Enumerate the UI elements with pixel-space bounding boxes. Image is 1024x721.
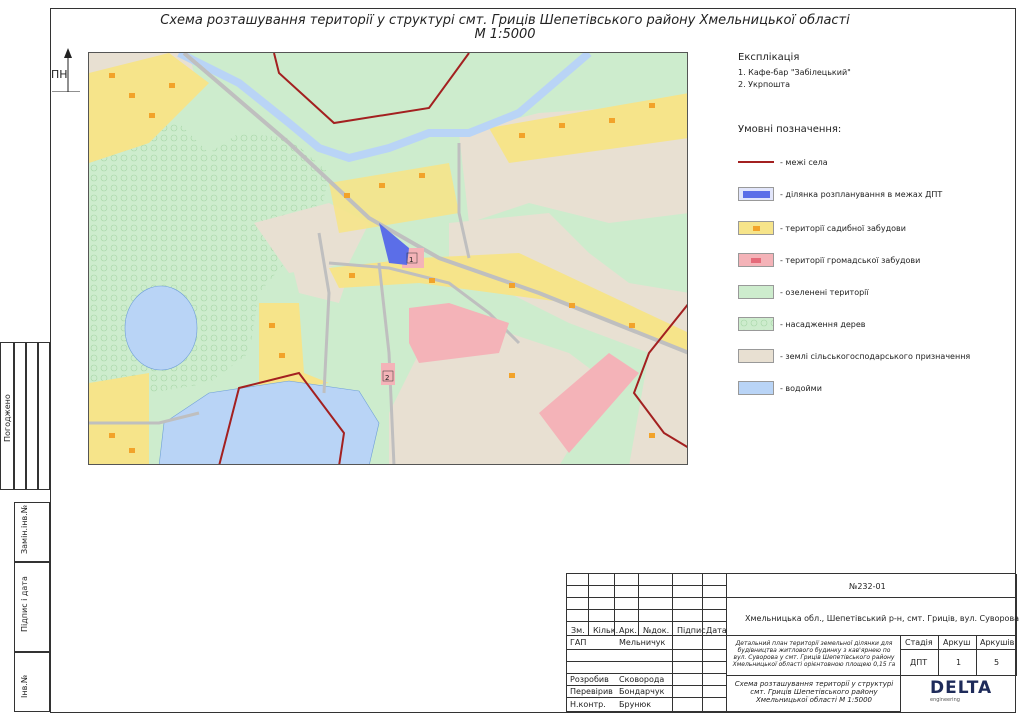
doc-number: №232-01: [849, 582, 886, 591]
legend: Експлікація 1. Кафе-бар "Забілецький" 2.…: [738, 52, 1008, 395]
trees-swatch: [738, 317, 774, 331]
side-sign-date-label: Підпис і дата: [20, 576, 29, 632]
boundary-swatch: [738, 155, 774, 169]
role-developer: Розробив: [570, 675, 609, 684]
side-agreed-label: Погоджено: [3, 394, 12, 442]
dpt-swatch: [738, 187, 774, 201]
side-inv-label: Інв.№: [20, 674, 29, 698]
lake: [124, 285, 198, 371]
header-pidpys: Підпис: [677, 626, 706, 635]
site-label-1: 1: [409, 256, 413, 264]
public-swatch: [738, 253, 774, 267]
map-area[interactable]: 1 2: [88, 52, 688, 465]
legend-item-green: - озеленені території: [738, 282, 869, 302]
explication-item-2: 2. Укрпошта: [738, 80, 790, 89]
drawing-title: Схема розташування території у структурі…: [140, 14, 870, 42]
drawing-title-stamp: Схема розташування території у структурі…: [734, 680, 894, 704]
residential-swatch: [738, 221, 774, 235]
location: Хмельницька обл., Шепетівський р-н, смт.…: [745, 614, 1020, 623]
site-label-2: 2: [385, 374, 389, 382]
company-logo-sub: engineering: [930, 697, 960, 703]
role-checker: Перевірив: [570, 687, 613, 696]
header-zm: Зм.: [571, 626, 585, 635]
title-scale: М 1:5000: [474, 27, 536, 42]
legend-item-residential: - території садибної забудови: [738, 218, 906, 238]
sheet-header: Аркуш: [943, 638, 971, 647]
explication-heading: Експлікація: [738, 52, 800, 63]
side-approval-strip: Погоджено Замін.інв.№ Підпис і дата Інв.…: [0, 342, 50, 712]
residential-zone: [89, 373, 149, 464]
explication-item-1: 1. Кафе-бар "Забілецький": [738, 68, 851, 77]
sheets-header: Аркушів: [980, 638, 1015, 647]
side-replaced-label: Замін.інв.№: [20, 504, 29, 554]
company-logo: DELTA: [930, 678, 993, 698]
project-description: Детальний план території земельної ділян…: [732, 640, 896, 668]
green-swatch: [738, 285, 774, 299]
legend-item-agri: - землі сільськогосподарського призначен…: [738, 346, 970, 366]
stage-value: ДПТ: [910, 658, 928, 667]
sheets-value: 5: [994, 658, 1000, 667]
header-ndok: №док.: [643, 626, 670, 635]
role-norm-control: Н.контр.: [570, 700, 606, 709]
title-line-1: Схема розташування території у структурі…: [160, 13, 850, 28]
legend-item-trees: - насадження дерев: [738, 314, 866, 334]
header-data: Дата: [706, 626, 727, 635]
header-kilk: Кільк.: [593, 626, 619, 635]
map-svg: 1 2: [89, 53, 687, 464]
legend-item-boundary: - межі села: [738, 152, 828, 172]
agri-swatch: [738, 349, 774, 363]
legend-item-dpt: - ділянка розпланування в межах ДПТ: [738, 184, 942, 204]
sheet-value: 1: [956, 658, 962, 667]
north-label: ПН: [51, 68, 68, 81]
legend-item-water: - водойми: [738, 378, 822, 398]
role-gap: ГАП: [570, 638, 587, 647]
header-ark: Арк.: [619, 626, 637, 635]
symbols-heading: Умовні позначення:: [738, 124, 842, 135]
legend-item-public: - території громадської забудови: [738, 250, 920, 270]
water-swatch: [738, 381, 774, 395]
stage-header: Стадія: [905, 638, 933, 647]
